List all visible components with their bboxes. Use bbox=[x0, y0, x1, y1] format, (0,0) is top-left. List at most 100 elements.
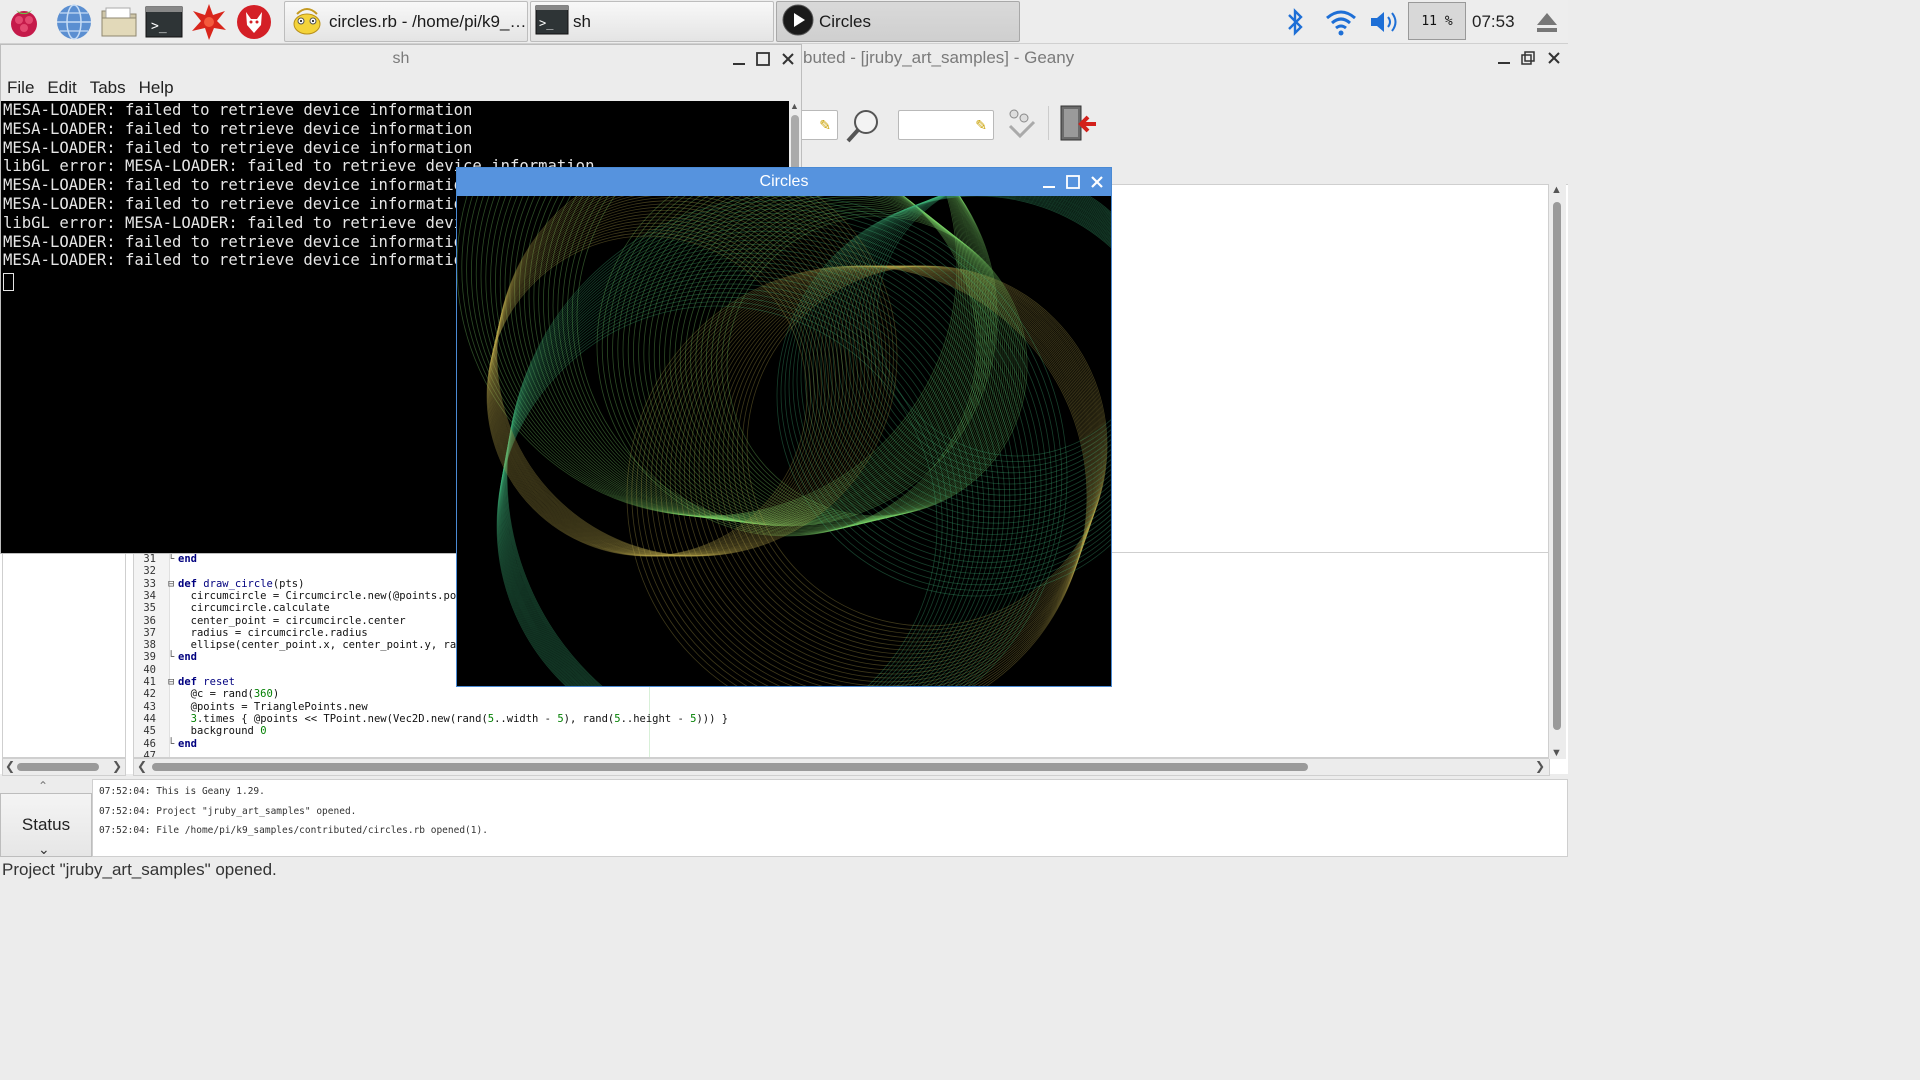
fold-marker-icon[interactable]: └ bbox=[168, 738, 174, 750]
message-panel: ⌃ Status ⌄ 07:52:04: This is Geany 1.29.… bbox=[0, 779, 1568, 857]
line-number: 42 bbox=[143, 688, 156, 701]
clear-icon[interactable]: ✎ bbox=[975, 117, 987, 134]
code-token: ), rand( bbox=[563, 712, 615, 725]
code-token: @points = TrianglePoints.new bbox=[178, 700, 368, 713]
circles-sketch-canvas[interactable] bbox=[457, 196, 1111, 686]
search-field[interactable]: ✎ bbox=[800, 110, 838, 140]
geany-close-icon[interactable] bbox=[1544, 48, 1564, 68]
line-number: 45 bbox=[143, 725, 156, 738]
editor-scroll-thumb[interactable] bbox=[152, 763, 1308, 771]
scroll-left-icon[interactable]: ❮ bbox=[5, 759, 15, 773]
web-browser-icon[interactable] bbox=[54, 2, 94, 42]
terminal-maximize-icon[interactable] bbox=[753, 49, 773, 69]
circle-stroke bbox=[501, 257, 995, 686]
scroll-left-icon[interactable]: ❮ bbox=[137, 759, 147, 773]
line-number: 37 bbox=[143, 626, 156, 639]
fold-marker-icon[interactable]: ⊟ bbox=[168, 676, 174, 688]
geany-restore-icon[interactable] bbox=[1518, 48, 1538, 68]
chevron-down-icon[interactable]: ⌄ bbox=[38, 841, 50, 858]
circle-stroke bbox=[727, 265, 1105, 643]
code-line: 47 bbox=[134, 750, 1534, 757]
tab-status-label: Status bbox=[21, 815, 71, 834]
geany-minimize-icon[interactable] bbox=[1494, 48, 1514, 68]
terminal-icon[interactable]: >_ bbox=[144, 2, 184, 42]
clock[interactable]: 07:53 bbox=[1472, 12, 1515, 32]
terminal-line: MESA-LOADER: failed to retrieve device i… bbox=[3, 119, 473, 138]
geany-window-title: buted - [jruby_art_samples] - Geany bbox=[803, 48, 1075, 67]
bluetooth-icon[interactable] bbox=[1280, 4, 1310, 40]
scroll-down-icon[interactable]: ▼ bbox=[1551, 747, 1562, 759]
terminal-close-icon[interactable] bbox=[778, 49, 798, 69]
sidebar-scroll-thumb[interactable] bbox=[17, 763, 99, 771]
line-number: 39 bbox=[143, 651, 156, 664]
scroll-right-icon[interactable]: ❯ bbox=[1535, 759, 1545, 773]
editor-vscroll-thumb[interactable] bbox=[1553, 202, 1561, 730]
code-token: radius = circumcircle.radius bbox=[178, 626, 368, 639]
editor-horizontal-scrollbar[interactable]: ❮ ❯ bbox=[133, 758, 1550, 776]
circle-stroke bbox=[708, 265, 1102, 659]
task-button-geany[interactable]: circles.rb - /home/pi/k9_samples/contrib… bbox=[284, 1, 528, 42]
code-token: center_point = circumcircle.center bbox=[178, 614, 406, 627]
line-number: 34 bbox=[143, 589, 156, 602]
fold-marker-icon[interactable]: ⊟ bbox=[168, 578, 174, 590]
terminal-line: MESA-LOADER: failed to retrieve device i… bbox=[3, 138, 473, 157]
statusbar: Project "jruby_art_samples" opened. bbox=[2, 860, 277, 879]
wolfram-icon[interactable] bbox=[234, 2, 274, 42]
code-token: circumcircle.calculate bbox=[178, 602, 330, 615]
circles-maximize-icon[interactable] bbox=[1063, 172, 1083, 192]
circle-stroke bbox=[722, 265, 1104, 647]
chevron-up-icon[interactable]: ⌃ bbox=[38, 779, 48, 793]
menu-file[interactable]: File bbox=[7, 78, 34, 98]
code-token: end bbox=[178, 553, 197, 565]
goto-line-field[interactable]: ✎ bbox=[898, 110, 994, 140]
volume-icon[interactable] bbox=[1366, 4, 1404, 40]
task-label-sh: sh bbox=[573, 11, 591, 31]
cpu-usage-monitor[interactable]: 11 % bbox=[1408, 2, 1466, 40]
editor-vertical-scrollbar[interactable]: ▲ ▼ bbox=[1548, 184, 1566, 759]
scroll-right-icon[interactable]: ❯ bbox=[112, 759, 122, 773]
file-manager-icon[interactable] bbox=[99, 2, 139, 42]
circles-close-icon[interactable] bbox=[1087, 172, 1107, 192]
task-button-sh[interactable]: >_ sh bbox=[530, 1, 774, 42]
search-icon[interactable] bbox=[844, 106, 884, 150]
task-button-circles[interactable]: Circles bbox=[776, 1, 1020, 42]
fold-marker-icon[interactable]: └ bbox=[168, 651, 174, 663]
menu-help[interactable]: Help bbox=[139, 78, 174, 98]
fold-marker-icon[interactable]: └ bbox=[168, 553, 174, 565]
circles-titlebar[interactable]: Circles bbox=[457, 168, 1111, 196]
code-line: 44 3.times { @points << TPoint.new(Vec2D… bbox=[134, 713, 1534, 725]
menu-tabs[interactable]: Tabs bbox=[90, 78, 126, 98]
code-line: 43 @points = TrianglePoints.new bbox=[134, 701, 1534, 713]
code-text: circumcircle.calculate bbox=[178, 602, 330, 614]
scroll-up-icon[interactable]: ▲ bbox=[790, 101, 799, 111]
line-number: 31 bbox=[143, 553, 156, 565]
status-message-log[interactable]: 07:52:04: This is Geany 1.29. 07:52:04: … bbox=[92, 779, 1568, 857]
scroll-up-icon[interactable]: ▲ bbox=[1551, 184, 1562, 196]
code-text: @points = TrianglePoints.new bbox=[178, 701, 368, 713]
log-line: 07:52:04: This is Geany 1.29. bbox=[99, 786, 265, 797]
eject-icon[interactable] bbox=[1530, 4, 1564, 40]
menu-edit[interactable]: Edit bbox=[47, 78, 76, 98]
line-number: 35 bbox=[143, 602, 156, 615]
task-label-circles: Circles bbox=[819, 11, 871, 31]
raspberry-menu-icon[interactable] bbox=[4, 2, 44, 42]
wifi-icon[interactable] bbox=[1322, 4, 1360, 40]
sidebar-horizontal-scrollbar[interactable]: ❮ ❯ bbox=[2, 758, 126, 776]
circles-minimize-icon[interactable] bbox=[1039, 172, 1059, 192]
terminal-titlebar[interactable]: sh bbox=[1, 45, 801, 73]
circle-stroke bbox=[596, 196, 978, 537]
jump-to-line-icon[interactable] bbox=[1004, 108, 1040, 148]
code-token: (pts) bbox=[272, 577, 305, 590]
mathematica-icon[interactable] bbox=[189, 2, 229, 42]
code-token: 0 bbox=[260, 725, 267, 738]
circles-window: Circles bbox=[456, 167, 1112, 687]
sidebar-panel[interactable] bbox=[2, 552, 126, 758]
code-token: ..width - bbox=[494, 712, 558, 725]
code-token: 360 bbox=[253, 688, 273, 701]
circle-stroke bbox=[698, 265, 1100, 667]
quit-icon[interactable] bbox=[1058, 104, 1100, 148]
taskbar: >_ circles.rb - /home/pi/k9_samples/cont… bbox=[0, 0, 1568, 44]
clear-icon[interactable]: ✎ bbox=[819, 117, 831, 134]
terminal-minimize-icon[interactable] bbox=[729, 49, 749, 69]
